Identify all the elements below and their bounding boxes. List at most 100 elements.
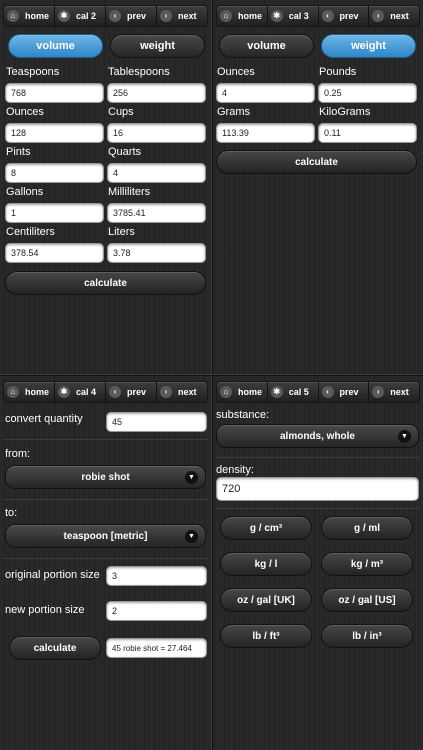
field-label: Liters: [108, 226, 135, 238]
cal-button[interactable]: ✱ cal 2: [55, 6, 106, 26]
gallons-field[interactable]: 1: [5, 203, 104, 223]
chevron-down-icon: ▼: [185, 471, 198, 484]
unit-g-cm3-button[interactable]: g / cm³: [220, 516, 312, 540]
field-label: Centiliters: [6, 226, 55, 238]
chevron-left-icon: ‹: [109, 386, 121, 398]
cups-field[interactable]: 16: [107, 123, 206, 143]
next-button[interactable]: › next: [157, 6, 207, 26]
new-portion-field[interactable]: 2: [106, 601, 207, 621]
next-button[interactable]: › next: [369, 382, 419, 402]
to-select[interactable]: teaspoon [metric] ▼: [5, 524, 206, 548]
cal-button[interactable]: ✱ cal 5: [268, 382, 319, 402]
quarts-field[interactable]: 4: [107, 163, 206, 183]
pounds-field[interactable]: 0.25: [318, 83, 417, 103]
density-converter-panel: ⌂ home ✱ cal 5 ‹ prev › next substance: almo…: [213, 376, 423, 750]
nav-bar: ⌂ home ✱ cal 5 ‹ prev › next: [216, 381, 420, 403]
grams-field[interactable]: 113.39: [216, 123, 315, 143]
calculate-button[interactable]: calculate: [216, 150, 417, 174]
home-button[interactable]: ⌂ home: [4, 6, 55, 26]
unit-lb-in3-button[interactable]: lb / in³: [321, 624, 413, 648]
unit-g-ml-button[interactable]: g / ml: [321, 516, 413, 540]
original-portion-label: original portion size: [5, 569, 100, 581]
cal-button[interactable]: ✱ cal 3: [268, 6, 319, 26]
cal-button[interactable]: ✱ cal 4: [55, 382, 106, 402]
chevron-right-icon: ›: [160, 10, 172, 22]
quantity-label: convert quantity: [5, 413, 83, 425]
next-button[interactable]: › next: [369, 6, 419, 26]
chevron-down-icon: ▼: [185, 530, 198, 543]
substance-select[interactable]: almonds, whole ▼: [216, 424, 419, 448]
home-icon: ⌂: [220, 386, 232, 398]
prev-button[interactable]: ‹ prev: [319, 382, 370, 402]
unit-kg-l-button[interactable]: kg / l: [220, 552, 312, 576]
field-label: KiloGrams: [319, 106, 371, 118]
home-button[interactable]: ⌂ home: [217, 382, 268, 402]
teaspoons-field[interactable]: 768: [5, 83, 104, 103]
home-button[interactable]: ⌂ home: [217, 6, 268, 26]
gear-icon: ✱: [58, 10, 70, 22]
field-label: Teaspoons: [6, 66, 60, 78]
chevron-left-icon: ‹: [321, 386, 334, 398]
to-label: to:: [5, 507, 18, 519]
tab-volume[interactable]: volume: [8, 34, 103, 58]
volume-converter-panel: ⌂ home ✱ cal 2 ‹ prev › next volume weight T…: [0, 0, 211, 374]
unit-oz-gal-uk-button[interactable]: oz / gal [UK]: [220, 588, 312, 612]
tab-weight[interactable]: weight: [321, 34, 416, 58]
field-label: Tablespoons: [108, 66, 170, 78]
field-label: Quarts: [108, 146, 142, 158]
gear-icon: ✱: [58, 386, 70, 398]
divider: [3, 499, 208, 500]
home-icon: ⌂: [7, 10, 19, 22]
portion-converter-panel: ⌂ home ✱ cal 4 ‹ prev › next convert quantit…: [0, 376, 211, 750]
unit-oz-gal-us-button[interactable]: oz / gal [US]: [321, 588, 413, 612]
substance-label: substance:: [216, 409, 270, 421]
calculate-button[interactable]: calculate: [9, 636, 101, 660]
field-label: Gallons: [6, 186, 44, 198]
pints-field[interactable]: 8: [5, 163, 104, 183]
unit-kg-m3-button[interactable]: kg / m³: [321, 552, 413, 576]
field-label: Ounces: [6, 106, 44, 118]
nav-bar: ⌂ home ✱ cal 3 ‹ prev › next: [216, 5, 420, 27]
gear-icon: ✱: [270, 386, 283, 398]
result-field: 45 robie shot = 27.464: [106, 638, 207, 658]
substance-select-value: almonds, whole: [279, 430, 355, 442]
quantity-field[interactable]: 45: [106, 412, 207, 432]
next-button[interactable]: › next: [157, 382, 207, 402]
home-icon: ⌂: [220, 10, 232, 22]
home-button[interactable]: ⌂ home: [4, 382, 55, 402]
field-label: Grams: [217, 106, 250, 118]
chevron-left-icon: ‹: [321, 10, 334, 22]
nav-bar: ⌂ home ✱ cal 4 ‹ prev › next: [3, 381, 208, 403]
divider: [3, 558, 208, 559]
density-field[interactable]: 720: [216, 477, 419, 501]
prev-button[interactable]: ‹ prev: [106, 382, 157, 402]
chevron-right-icon: ›: [372, 10, 385, 22]
divider: [216, 508, 420, 509]
milliliters-field[interactable]: 3785.41: [107, 203, 206, 223]
chevron-left-icon: ‹: [109, 10, 121, 22]
kilograms-field[interactable]: 0.11: [318, 123, 417, 143]
density-label: density:: [216, 464, 254, 476]
tablespoons-field[interactable]: 256: [107, 83, 206, 103]
field-label: Ounces: [217, 66, 255, 78]
to-select-value: teaspoon [metric]: [63, 530, 148, 542]
calculate-button[interactable]: calculate: [5, 271, 206, 295]
divider: [3, 439, 208, 440]
home-icon: ⌂: [7, 386, 19, 398]
horizontal-divider: [0, 374, 423, 376]
tab-volume[interactable]: volume: [219, 34, 314, 58]
tab-weight[interactable]: weight: [110, 34, 205, 58]
field-label: Milliliters: [108, 186, 151, 198]
prev-button[interactable]: ‹ prev: [319, 6, 370, 26]
field-label: Pounds: [319, 66, 357, 78]
chevron-down-icon: ▼: [398, 430, 411, 443]
unit-lb-ft3-button[interactable]: lb / ft³: [220, 624, 312, 648]
from-select[interactable]: robie shot ▼: [5, 465, 206, 489]
ounces-field[interactable]: 128: [5, 123, 104, 143]
original-portion-field[interactable]: 3: [106, 566, 207, 586]
liters-field[interactable]: 3.78: [107, 243, 206, 263]
ounces-field[interactable]: 4: [216, 83, 315, 103]
centiliters-field[interactable]: 378.54: [5, 243, 104, 263]
prev-button[interactable]: ‹ prev: [106, 6, 157, 26]
nav-bar: ⌂ home ✱ cal 2 ‹ prev › next: [3, 5, 208, 27]
